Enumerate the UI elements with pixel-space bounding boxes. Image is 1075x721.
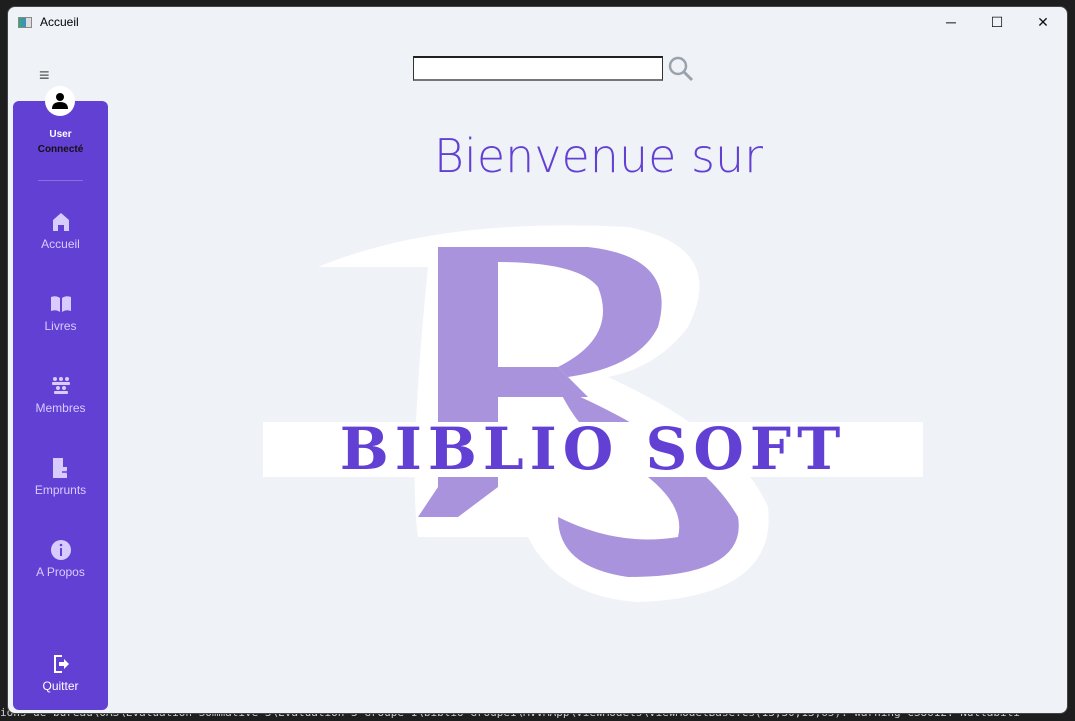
sidebar-item-livres[interactable]: Livres — [13, 293, 108, 333]
sidebar-item-accueil[interactable]: Accueil — [13, 211, 108, 251]
close-button[interactable]: ✕ — [1020, 7, 1066, 37]
loan-icon — [52, 458, 71, 478]
hamburger-menu-icon[interactable]: ≡ — [39, 65, 50, 86]
logout-icon — [53, 655, 69, 673]
sidebar-item-apropos[interactable]: A Propos — [13, 539, 108, 579]
sidebar-item-label: A Propos — [36, 565, 85, 579]
user-icon — [52, 93, 68, 109]
maximize-button[interactable]: ☐ — [974, 7, 1020, 37]
sidebar-item-label: Livres — [44, 319, 77, 333]
biblio-soft-logo: BIBLIO SOFT — [263, 225, 923, 602]
sidebar-item-emprunts[interactable]: Emprunts — [13, 457, 108, 497]
search-icon[interactable] — [667, 55, 695, 83]
sidebar-item-label: Emprunts — [34, 483, 87, 497]
sidebar-item-membres[interactable]: Membres — [13, 375, 108, 415]
sidebar-item-label: Membres — [35, 401, 86, 415]
quit-label: Quitter — [42, 679, 79, 693]
home-icon — [52, 213, 69, 231]
welcome-heading: Bienvenue sur — [433, 129, 764, 183]
app-window: Accueil ─ ☐ ✕ ≡ User Connecté Accueil Li… — [7, 6, 1068, 714]
minimize-button[interactable]: ─ — [928, 7, 974, 37]
sidebar-item-label: Accueil — [41, 237, 80, 251]
book-icon — [50, 296, 71, 312]
logo-text: BIBLIO SOFT — [340, 415, 847, 483]
quit-button[interactable]: Quitter — [13, 653, 108, 693]
info-icon — [50, 540, 71, 560]
title-bar: Accueil — [8, 7, 1067, 37]
members-icon — [51, 377, 70, 394]
sidebar: User Connecté Accueil Livres Membres Emp… — [13, 101, 108, 710]
window-title: Accueil — [40, 15, 79, 29]
search-input[interactable] — [413, 56, 663, 81]
avatar — [45, 86, 75, 116]
app-icon — [18, 16, 32, 28]
